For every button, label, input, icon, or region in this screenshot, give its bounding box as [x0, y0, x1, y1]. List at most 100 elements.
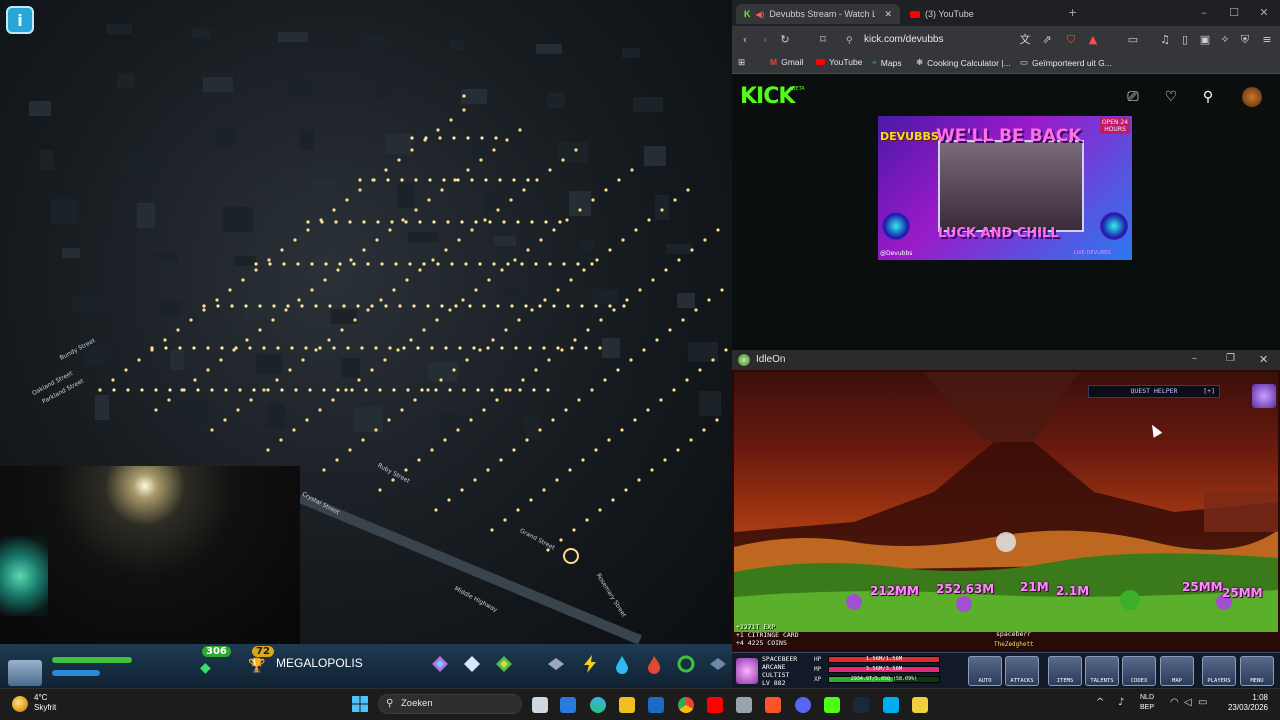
- building[interactable]: [450, 40, 464, 50]
- menu-icon[interactable]: ≡: [1260, 33, 1274, 47]
- store-icon[interactable]: [560, 697, 576, 713]
- rewards-icon[interactable]: ▲: [1086, 33, 1100, 47]
- building[interactable]: [342, 358, 360, 378]
- building[interactable]: [439, 411, 461, 436]
- building[interactable]: [300, 130, 314, 150]
- youtube-app-icon[interactable]: [707, 697, 723, 713]
- close-window-icon[interactable]: ✕: [1259, 353, 1268, 366]
- forward-icon[interactable]: ›: [758, 33, 772, 47]
- building[interactable]: [472, 138, 490, 158]
- battery-icon[interactable]: ▭: [1198, 697, 1207, 708]
- file-explorer-icon[interactable]: [619, 697, 635, 713]
- close-tab-icon[interactable]: ✕: [884, 9, 892, 20]
- building[interactable]: [569, 191, 591, 216]
- building[interactable]: [633, 97, 663, 112]
- building[interactable]: [602, 338, 620, 358]
- building[interactable]: [494, 236, 516, 246]
- parks-icon[interactable]: [494, 654, 514, 674]
- building[interactable]: [580, 240, 594, 250]
- building[interactable]: [375, 85, 389, 100]
- zoning-icon[interactable]: [430, 654, 450, 674]
- milestone-widget[interactable]: 72 🏆: [246, 646, 274, 676]
- maximize-icon[interactable]: ☐: [1222, 6, 1246, 19]
- sidebar-toggle-icon[interactable]: ▭: [1126, 33, 1140, 47]
- clock[interactable]: 1:08 23/03/2026: [1216, 693, 1268, 713]
- building[interactable]: [137, 203, 155, 228]
- tab-youtube[interactable]: (3) YouTube: [902, 4, 1062, 24]
- bookmark-icon[interactable]: ⌑: [816, 33, 830, 47]
- language-indicator[interactable]: NLD BEP: [1140, 693, 1154, 713]
- building[interactable]: [159, 301, 181, 316]
- building[interactable]: [170, 350, 184, 370]
- close-window-icon[interactable]: ✕: [1252, 6, 1276, 19]
- share-icon[interactable]: ⇗: [1040, 33, 1054, 47]
- vpn-icon[interactable]: ⛨: [1238, 33, 1252, 47]
- building[interactable]: [73, 297, 103, 312]
- tab-kick[interactable]: K ◀) Devubbs Stream - Watch Live ✕: [736, 4, 900, 24]
- pet-icon[interactable]: [1252, 384, 1276, 408]
- edge-icon[interactable]: [590, 697, 606, 713]
- outlook-icon[interactable]: [648, 697, 664, 713]
- highway[interactable]: [298, 493, 642, 645]
- volume-icon[interactable]: ◁: [1184, 697, 1192, 708]
- building[interactable]: [234, 256, 256, 266]
- translate-icon[interactable]: 文: [1018, 33, 1032, 47]
- building[interactable]: [536, 44, 562, 54]
- building[interactable]: [677, 293, 695, 308]
- bookmark-folder[interactable]: ▭ Geïmporteerd uit G...: [1020, 57, 1112, 68]
- building[interactable]: [666, 244, 692, 254]
- reload-icon[interactable]: ↻: [778, 33, 792, 47]
- building[interactable]: [525, 415, 539, 440]
- building[interactable]: [40, 150, 54, 170]
- building[interactable]: [181, 399, 207, 424]
- building[interactable]: [106, 24, 132, 34]
- building[interactable]: [655, 195, 669, 220]
- building[interactable]: [483, 187, 513, 212]
- building[interactable]: [203, 77, 233, 92]
- building[interactable]: [591, 289, 617, 304]
- building[interactable]: [408, 232, 438, 242]
- more-services-icon[interactable]: [708, 654, 728, 674]
- brave-icon[interactable]: [765, 697, 781, 713]
- following-heart-icon[interactable]: ♡: [1162, 88, 1180, 106]
- taskbar-search[interactable]: ⚲ Zoeken: [378, 694, 522, 714]
- maximize-icon[interactable]: ❐: [1226, 353, 1235, 364]
- building[interactable]: [267, 403, 285, 428]
- minimize-icon[interactable]: –: [1192, 353, 1197, 364]
- building[interactable]: [62, 248, 80, 258]
- user-avatar[interactable]: [1242, 87, 1262, 107]
- building[interactable]: [311, 179, 337, 204]
- leo-icon[interactable]: ✧: [1218, 33, 1232, 47]
- calculator-icon[interactable]: [736, 697, 752, 713]
- building[interactable]: [84, 346, 106, 366]
- electricity-icon[interactable]: [580, 654, 600, 674]
- building[interactable]: [547, 93, 565, 108]
- building[interactable]: [505, 285, 519, 300]
- bookmark-youtube[interactable]: YouTube: [816, 57, 862, 67]
- menu-button[interactable]: MENU: [1240, 656, 1274, 686]
- building[interactable]: [214, 126, 236, 146]
- building[interactable]: [223, 207, 253, 232]
- area-icon[interactable]: [462, 654, 482, 674]
- minimize-icon[interactable]: –: [1192, 6, 1216, 19]
- browse-icon[interactable]: ⎚: [1124, 88, 1142, 106]
- building[interactable]: [428, 362, 458, 382]
- steam-icon[interactable]: [853, 697, 869, 713]
- building[interactable]: [126, 154, 152, 174]
- building[interactable]: [29, 101, 51, 116]
- building[interactable]: [622, 48, 640, 58]
- map-button[interactable]: MAP: [1160, 656, 1194, 686]
- codex-button[interactable]: CODEX: [1122, 656, 1156, 686]
- building[interactable]: [278, 32, 308, 42]
- building[interactable]: [245, 305, 259, 320]
- items-button[interactable]: ITEMS: [1048, 656, 1082, 686]
- hidden-icons-chevron[interactable]: ^: [1096, 697, 1104, 708]
- auto-button[interactable]: AUTO: [968, 656, 1002, 686]
- bookmark-cooking[interactable]: ✱ Cooking Calculator |...: [916, 57, 1011, 68]
- roundabout[interactable]: [563, 548, 579, 564]
- building[interactable]: [331, 309, 357, 324]
- building[interactable]: [95, 395, 109, 420]
- roads-icon[interactable]: [546, 654, 566, 674]
- media-icon[interactable]: ♫: [1158, 33, 1172, 47]
- city-thumbnail-icon[interactable]: [8, 660, 42, 686]
